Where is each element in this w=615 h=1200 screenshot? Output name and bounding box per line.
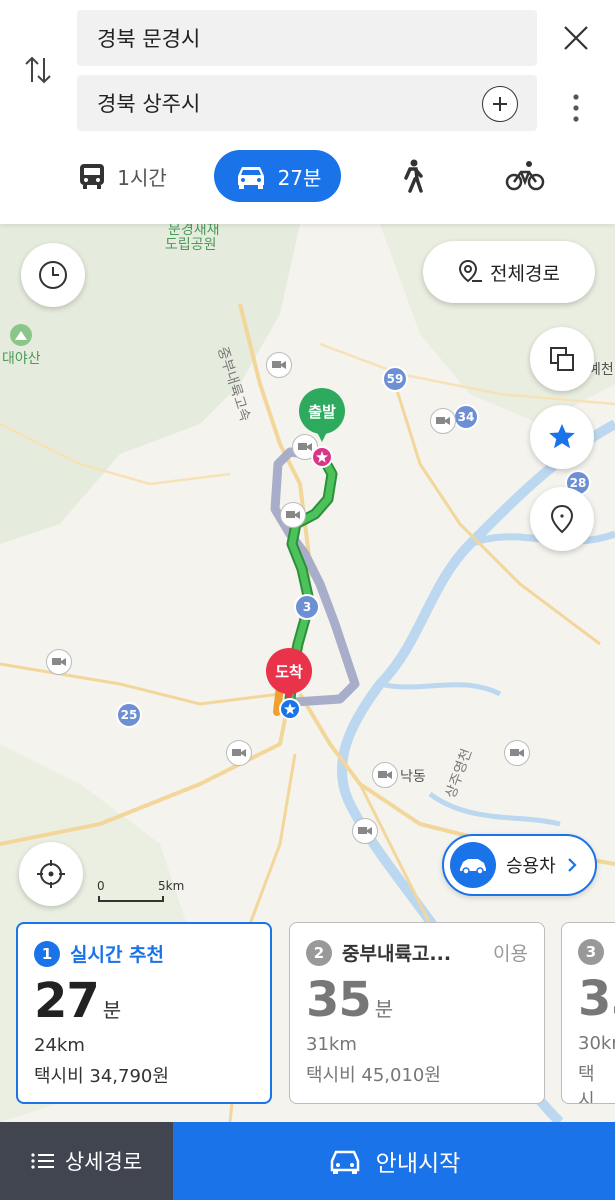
my-location-button[interactable]	[19, 842, 83, 906]
full-route-button[interactable]: 전체경로	[423, 241, 595, 303]
route-distance: 24km	[34, 1035, 85, 1056]
clock-icon	[39, 261, 67, 289]
camera-icon	[226, 740, 252, 766]
route-search-header: 경북 문경시 경북 상주시 1시간 27분	[0, 0, 615, 224]
tab-car[interactable]: 27분	[214, 150, 341, 202]
mountain-label: 대야산	[2, 351, 41, 367]
scale-label: 5km	[158, 879, 185, 893]
nakdong-label: 낙동	[400, 769, 426, 785]
full-route-label: 전체경로	[490, 262, 560, 285]
road-badge-59: 59	[382, 366, 408, 392]
car-icon	[237, 167, 264, 189]
swap-direction-button[interactable]	[18, 48, 58, 92]
route-card-2[interactable]: 2 중부내륙고... 이용 35 분 31km 택시비 45,010원	[289, 922, 545, 1104]
tab-transit-label: 1시간	[117, 165, 167, 190]
walk-icon	[404, 159, 423, 193]
mountain-icon	[10, 324, 32, 346]
map-pin-icon	[550, 504, 574, 534]
transport-mode-tabs: 1시간 27분	[0, 146, 615, 206]
origin-field[interactable]: 경북 문경시	[77, 10, 537, 66]
camera-icon	[266, 352, 292, 378]
layers-button[interactable]	[530, 327, 594, 391]
route-fare: 택시비 34,790원	[34, 1066, 169, 1087]
scale-zero: 0	[97, 879, 105, 893]
star-icon	[549, 423, 575, 449]
chevron-right-icon	[567, 858, 577, 872]
route-number: 3	[578, 939, 604, 965]
end-marker-icon	[279, 698, 301, 720]
route-number: 1	[34, 940, 60, 967]
camera-icon	[504, 740, 530, 766]
plus-icon	[493, 97, 507, 111]
destination-field[interactable]: 경북 상주시	[77, 75, 537, 131]
start-navigation-button[interactable]: 안내시작	[173, 1122, 615, 1200]
bus-icon	[80, 164, 105, 189]
camera-icon	[372, 762, 398, 788]
route-card-3[interactable]: 3 35 30km 택시	[561, 922, 615, 1104]
route-detail-button[interactable]: 상세경로	[0, 1122, 173, 1200]
route-fare: 택시	[578, 1064, 595, 1104]
start-navigation-label: 안내시작	[375, 1151, 461, 1177]
camera-icon	[280, 502, 306, 528]
scale-bar	[98, 896, 164, 902]
layers-icon	[550, 347, 574, 371]
route-time-unit: 분	[374, 997, 394, 1021]
route-time: 35	[306, 972, 372, 1028]
road-badge-34: 34	[453, 404, 479, 430]
start-pin[interactable]: 출발	[299, 388, 345, 448]
route-detail-label: 상세경로	[64, 1150, 143, 1174]
more-vertical-icon	[573, 94, 579, 122]
road-badge-3: 3	[294, 594, 320, 620]
route-distance: 30km	[578, 1033, 615, 1054]
vehicle-type-button[interactable]: 승용차	[442, 834, 597, 896]
close-button[interactable]	[556, 18, 596, 58]
route-tag: 이용	[493, 943, 528, 965]
add-waypoint-button[interactable]	[482, 86, 518, 122]
car-icon	[330, 1150, 359, 1174]
road-badge-25: 25	[116, 702, 142, 728]
swap-icon	[25, 56, 51, 84]
crosshair-icon	[37, 860, 65, 888]
tab-car-label: 27분	[277, 165, 322, 190]
vehicle-type-label: 승용차	[506, 856, 556, 877]
start-marker-icon	[311, 446, 333, 468]
camera-icon	[46, 649, 72, 675]
bike-icon	[505, 161, 545, 191]
origin-text: 경북 문경시	[97, 27, 201, 51]
close-icon	[564, 26, 588, 50]
tab-transit[interactable]: 1시간	[62, 150, 182, 202]
route-distance: 31km	[306, 1034, 357, 1055]
route-time: 35	[578, 971, 615, 1027]
more-options-button[interactable]	[560, 88, 592, 128]
route-title: 중부내륙고...	[342, 943, 452, 965]
camera-icon	[352, 818, 378, 844]
tab-walk[interactable]	[388, 150, 438, 202]
park-label: 도립공원	[165, 237, 217, 253]
route-pin-icon	[459, 259, 483, 283]
location-pin-button[interactable]	[530, 487, 594, 551]
history-button[interactable]	[21, 243, 85, 307]
route-title: 실시간 추천	[70, 944, 165, 966]
tab-bike[interactable]	[500, 150, 550, 202]
destination-text: 경북 상주시	[97, 92, 201, 116]
route-fare: 택시비 45,010원	[306, 1065, 441, 1086]
route-card-1[interactable]: 1 실시간 추천 27 분 24km 택시비 34,790원	[16, 922, 272, 1104]
car-icon	[450, 842, 496, 888]
route-number: 2	[306, 939, 332, 966]
route-time: 27	[34, 973, 100, 1029]
camera-icon	[430, 408, 456, 434]
bottom-action-bar: 상세경로 안내시작	[0, 1122, 615, 1200]
list-icon	[31, 1153, 54, 1169]
favorites-button[interactable]	[530, 405, 594, 469]
route-time-unit: 분	[102, 998, 122, 1022]
